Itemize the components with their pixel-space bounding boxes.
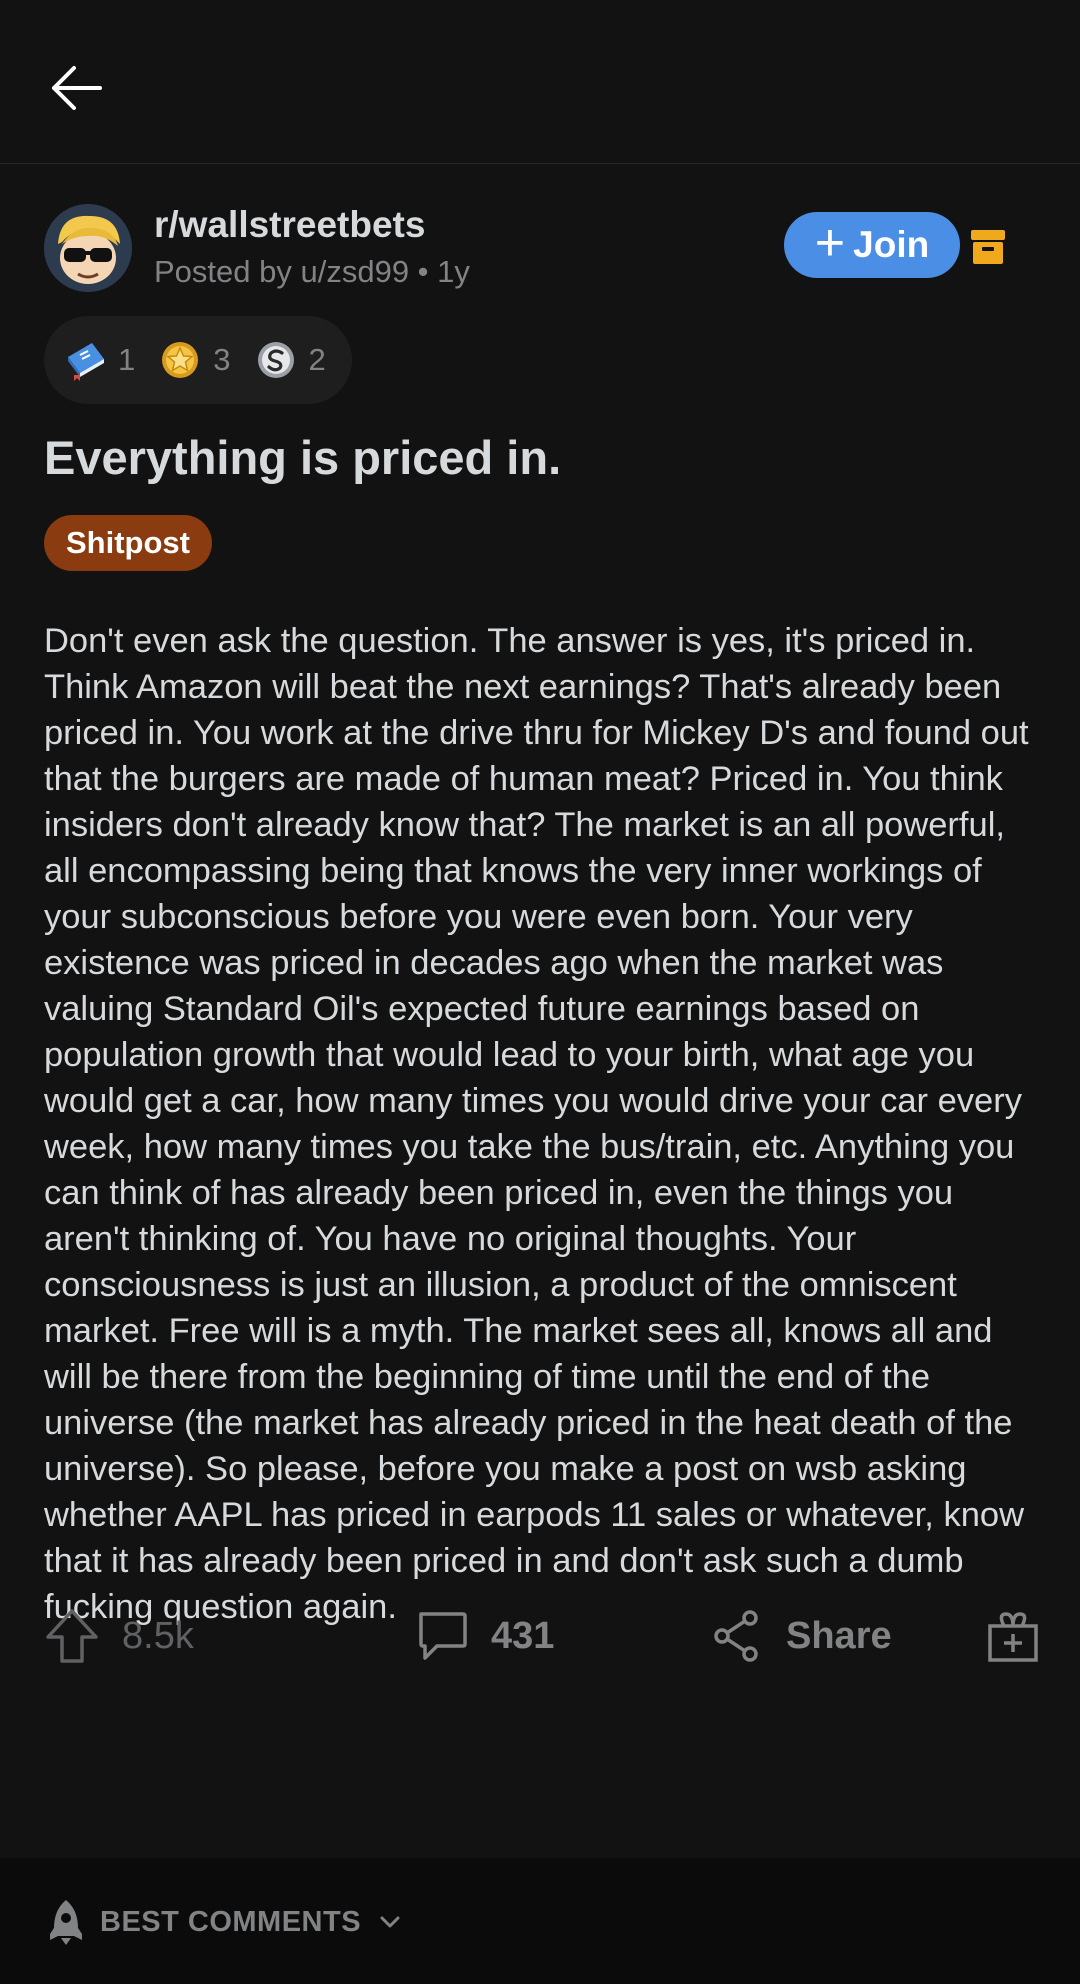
gold-star-award-icon [162,342,199,378]
join-button[interactable]: + Join [784,212,960,278]
upvote-count: 8.5k [122,1614,194,1657]
plus-icon: + [814,214,846,272]
award-silver: 2 [253,337,326,383]
comments-bar: BEST COMMENTS [0,1858,1080,1984]
sort-label: BEST COMMENTS [100,1905,362,1938]
top-bar [0,0,1080,164]
awards-bar[interactable]: 1 3 2 [44,316,352,404]
award-count: 1 [118,342,136,377]
book-award-icon [68,343,104,381]
award-gold: 3 [157,337,231,383]
post-body: Don't even ask the question. The answer … [44,622,1029,1626]
upvote-arrow-icon [46,1609,98,1663]
post-actions: 8.5k 431 Share [0,1596,1080,1676]
award-book: 1 [62,337,135,383]
subreddit-avatar[interactable] [44,204,132,292]
comment-bubble-icon [419,1612,467,1660]
archive-icon [971,230,1005,264]
post-flair[interactable]: Shitpost [44,515,212,571]
award-button[interactable] [986,1596,1040,1676]
award-count: 2 [308,342,326,377]
post-header: r/wallstreetbets Posted by u/zsd99 • 1y … [44,204,1036,304]
share-label: Share [786,1614,892,1657]
silver-award-icon [257,342,294,378]
award-count: 3 [213,342,231,377]
post-title: Everything is priced in. [44,431,562,484]
comment-sort-button[interactable]: BEST COMMENTS [44,1898,405,1946]
subreddit-name[interactable]: r/wallstreetbets [154,204,425,246]
post-author-time[interactable]: Posted by u/zsd99 • 1y [154,254,470,290]
back-button[interactable] [40,52,112,124]
share-icon [714,1610,758,1662]
comments-button[interactable]: 431 [415,1596,554,1676]
rocket-icon [50,1900,82,1945]
upvote-button[interactable]: 8.5k [44,1596,194,1676]
gift-icon [988,1612,1038,1662]
join-label: Join [853,224,930,265]
chevron-down-icon [380,1916,400,1928]
arrow-left-icon [52,66,102,110]
comment-count: 431 [491,1614,555,1657]
share-button[interactable]: Share [710,1596,892,1676]
